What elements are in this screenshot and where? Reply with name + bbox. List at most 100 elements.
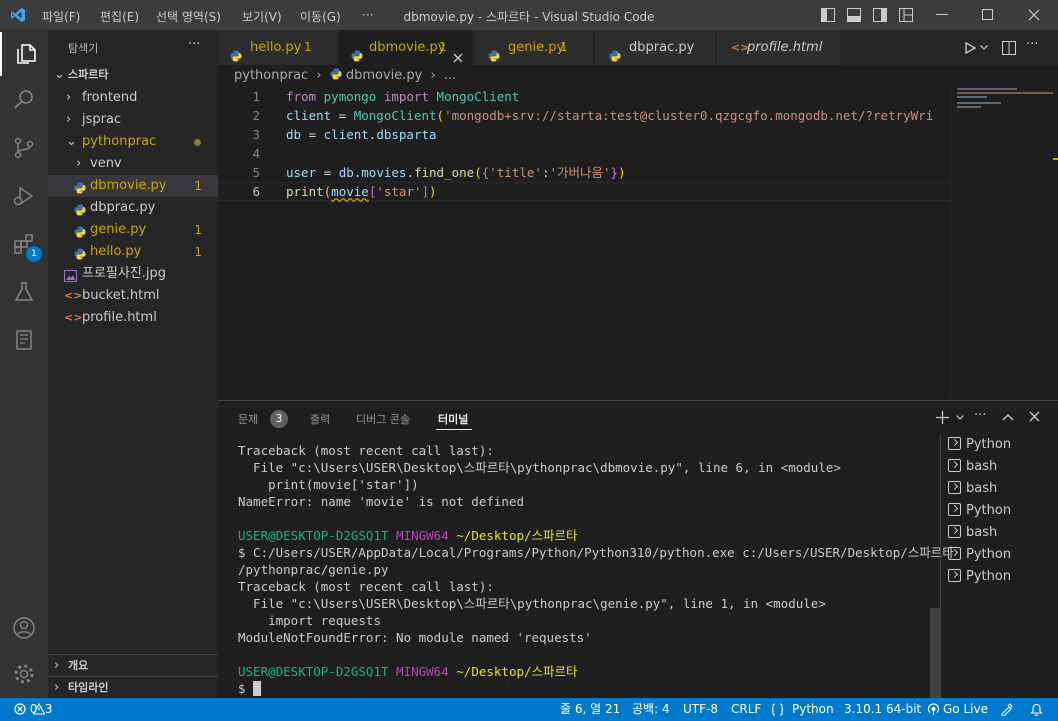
explorer-more-button[interactable]: ···: [188, 37, 200, 52]
toggle-panel-icon[interactable]: [847, 8, 861, 22]
explorer-activity[interactable]: [0, 32, 48, 76]
search-activity[interactable]: [0, 78, 48, 122]
tab-debug-console[interactable]: 디버그 콘솔: [356, 411, 410, 427]
python-file-icon: [74, 202, 86, 216]
tab-problems[interactable]: 문제: [238, 411, 258, 427]
accounts-activity[interactable]: [0, 606, 48, 650]
tree-item-dbmovie[interactable]: dbmovie.py 1: [48, 175, 218, 197]
breadcrumb: pythonprac › dbmovie.py › ...: [234, 67, 456, 85]
terminal-list-item[interactable]: Python: [948, 566, 1011, 588]
tree-item-profile-html[interactable]: <> profile.html: [48, 307, 218, 329]
panel-more-button[interactable]: ···: [974, 408, 986, 423]
outline-section[interactable]: › 개요: [48, 655, 218, 677]
code-token: import: [383, 89, 430, 104]
editor-more-button[interactable]: ···: [1026, 37, 1038, 52]
source-control-activity[interactable]: [0, 126, 48, 170]
toggle-sidebar-icon[interactable]: [821, 8, 835, 22]
tab-profile-html[interactable]: <> profile.html: [717, 30, 841, 65]
chevron-down-icon[interactable]: [980, 45, 988, 51]
tree-item-genie[interactable]: genie.py 1: [48, 219, 218, 241]
code-token: find_one: [413, 165, 475, 180]
manage-activity[interactable]: [0, 652, 48, 696]
tab-hello[interactable]: hello.py 1: [218, 30, 338, 65]
terminal-line: /pythonprac/genie.py: [238, 562, 389, 577]
tree-item-dbprac[interactable]: dbprac.py: [48, 197, 218, 219]
toggle-secondary-sidebar-icon[interactable]: [873, 8, 887, 22]
braces-icon[interactable]: [771, 703, 784, 716]
html-file-icon: <>: [64, 311, 83, 324]
new-terminal-icon[interactable]: [936, 411, 949, 424]
minimap[interactable]: [950, 86, 1058, 399]
tree-item-pythonprac[interactable]: ⌄ pythonprac: [48, 131, 218, 153]
tree-item-venv[interactable]: › venv: [48, 153, 218, 175]
terminal-list-item[interactable]: Python: [948, 434, 1011, 456]
tree-item-jsprac[interactable]: › jsprac: [48, 109, 218, 131]
prompt-path: ~/Desktop/스파르타: [456, 528, 578, 543]
tree-item-label: genie.py: [90, 222, 147, 237]
terminal-list-item[interactable]: Python: [948, 500, 1011, 522]
terminal-list-item[interactable]: bash: [948, 456, 997, 478]
python-file-icon: [74, 224, 86, 238]
terminal-list-item[interactable]: bash: [948, 522, 997, 544]
chevron-right-icon: ›: [54, 680, 60, 695]
code-token: MongoClient: [353, 108, 437, 123]
minimize-icon[interactable]: [936, 14, 948, 16]
terminal-icon: [948, 547, 961, 560]
account-icon: [13, 617, 35, 639]
cursor-position[interactable]: 줄 6, 열 21: [560, 698, 620, 721]
tree-item-hello[interactable]: hello.py 1: [48, 241, 218, 263]
terminal-list-item[interactable]: Python: [948, 544, 1011, 566]
tree-item-label: bucket.html: [82, 288, 160, 303]
terminal-input-line[interactable]: $: [238, 680, 262, 697]
maximize-icon[interactable]: [982, 9, 994, 21]
tab-dbmovie[interactable]: dbmovie.py 1: [339, 30, 473, 65]
timeline-section[interactable]: › 타임라인: [48, 677, 218, 699]
customize-layout-icon[interactable]: [899, 8, 913, 22]
breadcrumb-file[interactable]: dbmovie.py: [346, 68, 423, 83]
maximize-panel-icon[interactable]: [1002, 413, 1014, 421]
tab-output[interactable]: 출력: [310, 411, 330, 427]
code-token: from: [286, 89, 317, 104]
terminal-list-label: Python: [966, 503, 1012, 518]
problems-status[interactable]: 0 3: [14, 698, 52, 721]
tab-dbprac[interactable]: dbprac.py: [595, 30, 716, 65]
go-live-button[interactable]: Go Live: [943, 698, 988, 721]
tab-genie[interactable]: genie.py 1: [474, 30, 594, 65]
bell-icon[interactable]: [1030, 703, 1043, 716]
testing-activity[interactable]: [0, 270, 48, 314]
terminal-list-item[interactable]: bash: [948, 478, 997, 500]
python-interpreter[interactable]: 3.10.1 64-bit: [844, 698, 921, 721]
close-window-icon[interactable]: [1028, 9, 1040, 21]
explorer-header: 탐색기: [68, 42, 99, 55]
code-token: print: [286, 184, 324, 199]
tree-item-profile-jpg[interactable]: 프로필사진.jpg: [48, 263, 218, 285]
code-token: ): [429, 184, 437, 199]
breadcrumb-folder[interactable]: pythonprac: [234, 68, 308, 83]
chevron-down-icon[interactable]: [956, 415, 964, 421]
close-panel-icon[interactable]: [1029, 411, 1040, 422]
tree-item-bucket-html[interactable]: <> bucket.html: [48, 285, 218, 307]
terminal-list-label: bash: [966, 481, 998, 496]
title-bar: 파일(F) 편집(E) 선택 영역(S) 보기(V) 이동(G) ··· dbm…: [0, 0, 1058, 30]
run-debug-activity[interactable]: [0, 174, 48, 218]
tab-terminal[interactable]: 터미널: [438, 411, 468, 427]
tree-root-folder[interactable]: ⌄ 스파르타: [48, 64, 218, 86]
remote-explorer-activity[interactable]: [0, 318, 48, 362]
terminal-scrollbar[interactable]: [930, 608, 940, 698]
code-token: MongoClient: [436, 89, 520, 104]
tab-problem-count: 1: [304, 40, 312, 54]
run-file-icon[interactable]: [964, 42, 976, 54]
line-ending[interactable]: CRLF: [731, 698, 761, 721]
language-mode[interactable]: Python: [792, 698, 834, 721]
encoding[interactable]: UTF-8: [683, 698, 718, 721]
split-editor-icon[interactable]: [1002, 41, 1016, 55]
extensions-activity[interactable]: 1: [0, 222, 48, 266]
feedback-icon[interactable]: [1000, 703, 1013, 716]
indentation[interactable]: 공백: 4: [632, 698, 670, 721]
tree-item-frontend[interactable]: › frontend: [48, 87, 218, 109]
terminal-line: File "c:\Users\USER\Desktop\스파르타\pythonp…: [238, 460, 841, 475]
python-file-icon: [488, 41, 500, 76]
source-control-icon: [14, 137, 34, 159]
breadcrumb-symbol[interactable]: ...: [444, 68, 456, 83]
tree-item-label: venv: [90, 156, 122, 171]
